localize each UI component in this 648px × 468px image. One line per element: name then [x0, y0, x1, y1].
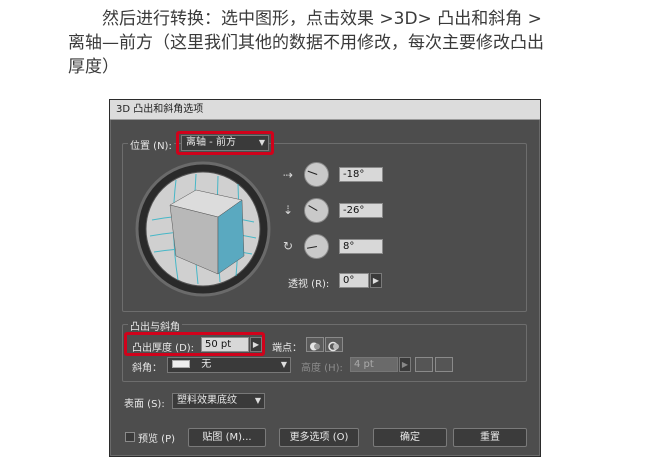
cap-off-icon: [328, 341, 339, 352]
perspective-label: 透视 (R):: [288, 279, 330, 290]
3d-extrude-bevel-dialog: 3D 凸出和斜角选项 位置 (N): 离轴 - 前方 ▼ ⇢ -18° ⇣ -2…: [109, 99, 541, 457]
bevel-height-slider-button: ▶: [399, 357, 411, 372]
y-rotation-field[interactable]: -26°: [339, 203, 383, 218]
dialog-title: 3D 凸出和斜角选项: [110, 100, 540, 120]
surface-label: 表面 (S):: [124, 399, 165, 410]
instruction-line-3: 厚度）: [68, 57, 119, 77]
preview-label[interactable]: 预览 (P): [138, 430, 175, 445]
z-rotation-field[interactable]: 8°: [339, 239, 383, 254]
instruction-line-2: 离轴—前方（这里我们其他的数据不用修改，每次主要修改凸出: [68, 33, 544, 53]
map-button[interactable]: 贴图 (M)...: [188, 428, 266, 447]
cap-label: 端点：: [272, 343, 302, 354]
bevel-out-button: [415, 357, 433, 372]
instruction-text: 然后进行转换：选中图形，点击效果 >3D> 凸出和斜角 > 离轴—前方（这里我们…: [68, 7, 608, 79]
instruction-line-1: 然后进行转换：选中图形，点击效果 >3D> 凸出和斜角 >: [102, 9, 542, 29]
more-options-button[interactable]: 更多选项 (O): [279, 428, 359, 447]
cube-preview[interactable]: [134, 160, 272, 298]
bevel-height-field: 4 pt: [350, 357, 398, 372]
bevel-height-label: 高度 (H):: [301, 363, 343, 374]
perspective-slider-button[interactable]: ▶: [370, 273, 382, 288]
x-axis-rotation-icon: ⇢: [282, 168, 294, 182]
chevron-down-icon: ▼: [254, 396, 261, 405]
cap-on-icon: [310, 342, 320, 351]
y-axis-rotation-icon: ⇣: [282, 203, 294, 217]
ok-button[interactable]: 确定: [373, 428, 447, 447]
bevel-select[interactable]: 无 ▼: [167, 357, 291, 373]
bevel-label: 斜角：: [132, 363, 162, 374]
z-axis-rotation-icon: ↻: [282, 239, 294, 253]
position-highlight: [176, 131, 274, 155]
surface-select-value: 塑料效果底纹: [177, 395, 237, 406]
cap-on-button[interactable]: [306, 337, 324, 352]
reset-button[interactable]: 重置: [453, 428, 527, 447]
bevel-in-button: [435, 357, 453, 372]
x-rotation-dial[interactable]: [304, 162, 329, 187]
chevron-down-icon: ▼: [280, 360, 287, 369]
bevel-select-value: 无: [201, 359, 212, 370]
extrude-depth-highlight: [124, 332, 265, 356]
perspective-field[interactable]: 0°: [339, 273, 369, 288]
position-label: 位置 (N):: [128, 137, 174, 152]
extrude-section-label: 凸出与斜角: [128, 318, 182, 333]
bevel-swatch-icon: [172, 360, 190, 368]
z-rotation-dial[interactable]: [304, 234, 329, 259]
y-rotation-dial[interactable]: [304, 198, 329, 223]
x-rotation-field[interactable]: -18°: [339, 167, 383, 182]
preview-checkbox[interactable]: [125, 432, 135, 442]
surface-select[interactable]: 塑料效果底纹 ▼: [172, 393, 265, 409]
cap-off-button[interactable]: [325, 337, 343, 352]
